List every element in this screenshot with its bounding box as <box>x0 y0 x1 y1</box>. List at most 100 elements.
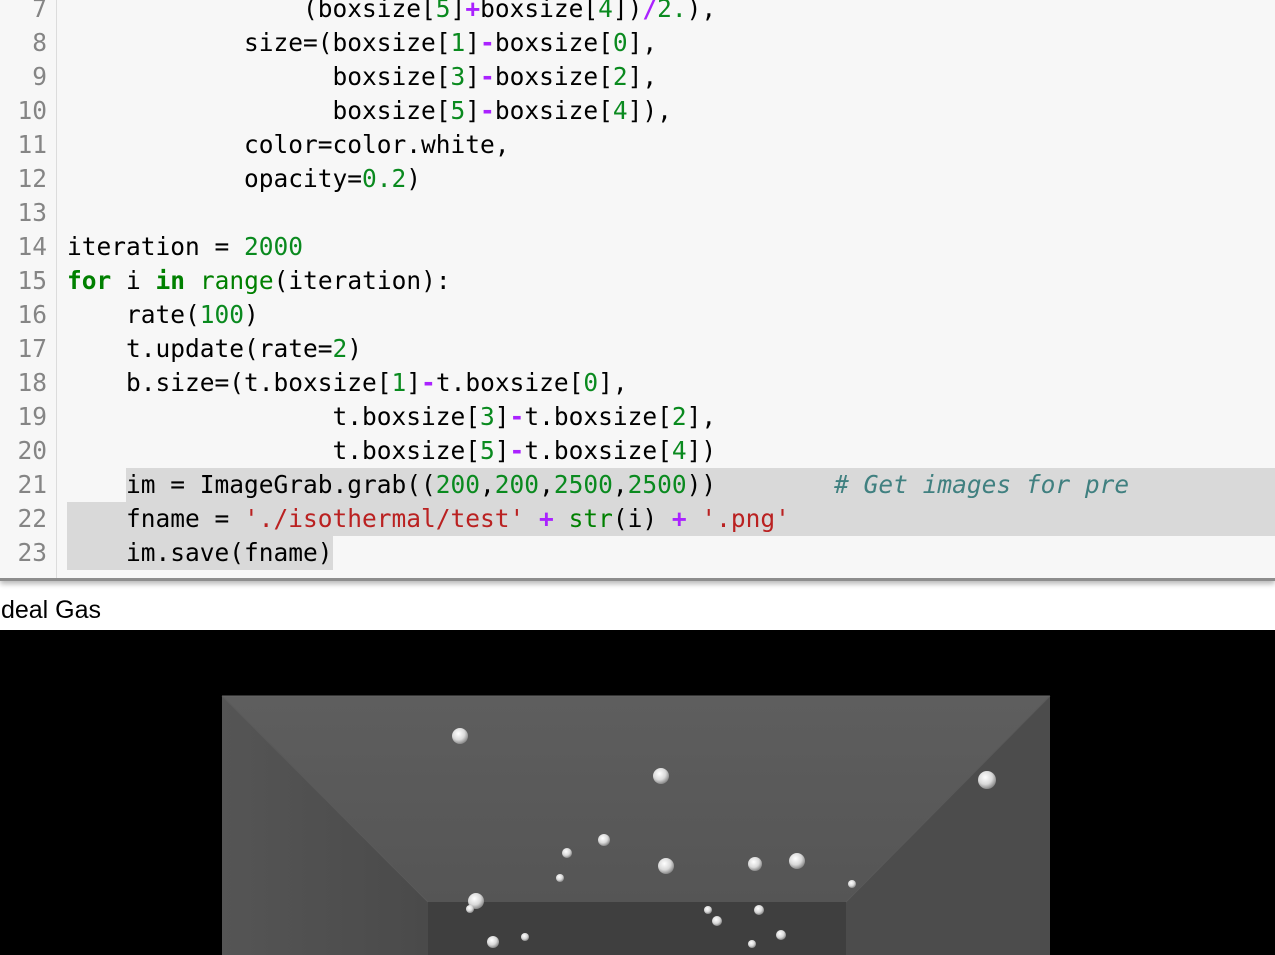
particle <box>562 848 572 858</box>
code-token: size=(boxsize[ <box>67 28 451 57</box>
code-text[interactable]: color=color.white, <box>67 128 510 162</box>
code-token: / <box>642 0 658 23</box>
code-line[interactable]: 15 for i in range(iteration): <box>0 264 1275 298</box>
code-token: 1 <box>391 368 407 397</box>
code-token: boxsize[ <box>67 62 451 91</box>
code-token: - <box>509 436 525 465</box>
code-line[interactable]: 8 size=(boxsize[1]-boxsize[0], <box>0 26 1275 60</box>
code-token: 2 <box>612 62 628 91</box>
line-number: 19 <box>17 402 47 431</box>
code-token: ], <box>686 402 717 431</box>
line-number: 7 <box>32 0 47 23</box>
code-token: boxsize[ <box>494 28 613 57</box>
code-text[interactable]: b.size=(t.boxsize[1]-t.boxsize[0], <box>67 366 628 400</box>
code-line[interactable]: 16 rate(100) <box>0 298 1275 332</box>
particle <box>653 768 669 784</box>
particle <box>776 930 786 940</box>
output-title: Ideal Gas <box>0 596 102 624</box>
line-number: 15 <box>17 266 47 295</box>
code-token: 0.2 <box>362 164 407 193</box>
code-token: ], <box>627 28 658 57</box>
code-text[interactable]: iteration = 2000 <box>67 230 303 264</box>
code-text[interactable]: fname = './isothermal/test' + str(i) + '… <box>67 502 790 536</box>
line-number: 20 <box>17 436 47 465</box>
code-line[interactable]: 17 t.update(rate=2) <box>0 332 1275 366</box>
code-token: 200 <box>494 470 540 499</box>
code-token: 4 <box>612 96 628 125</box>
code-text[interactable]: im.save(fname) <box>67 536 333 570</box>
code-token: im.save(fname) <box>67 538 333 567</box>
code-token: fname = <box>67 504 245 533</box>
particle <box>658 858 674 874</box>
particle <box>848 880 856 888</box>
code-line[interactable]: 11 color=color.white, <box>0 128 1275 162</box>
code-line[interactable]: 7 (boxsize[5]+boxsize[4])/2.), <box>0 0 1275 26</box>
line-number: 18 <box>17 368 47 397</box>
code-token: iteration = <box>67 232 245 261</box>
code-text[interactable]: im = ImageGrab.grab((200,200,2500,2500))… <box>67 468 1129 502</box>
code-text[interactable]: t.boxsize[3]-t.boxsize[2], <box>67 400 717 434</box>
code-token: ], <box>627 62 658 91</box>
code-token: boxsize[ <box>480 0 599 23</box>
code-text[interactable]: (boxsize[5]+boxsize[4])/2.), <box>67 0 716 26</box>
code-token: im = ImageGrab.grab(( <box>67 470 436 499</box>
code-text[interactable]: for i in range(iteration): <box>67 264 451 298</box>
code-line[interactable]: 13 <box>0 196 1275 230</box>
line-number: 17 <box>17 334 47 363</box>
code-token: './isothermal/test' <box>244 504 525 533</box>
code-token: ]) <box>612 0 643 23</box>
code-text[interactable]: t.boxsize[5]-t.boxsize[4]) <box>67 434 717 468</box>
line-number: 13 <box>17 198 47 227</box>
code-token: 3 <box>480 402 495 431</box>
line-number: 9 <box>32 62 47 91</box>
code-line[interactable]: 12 opacity=0.2) <box>0 162 1275 196</box>
code-line[interactable]: 10 boxsize[5]-boxsize[4]), <box>0 94 1275 128</box>
code-token: )) <box>686 470 835 499</box>
code-line[interactable]: 23 im.save(fname) <box>0 536 1275 570</box>
code-text[interactable]: opacity=0.2) <box>67 162 421 196</box>
code-token: boxsize[ <box>494 96 613 125</box>
particle <box>452 728 468 744</box>
code-token: (iteration): <box>273 266 451 295</box>
code-token: 0 <box>583 368 599 397</box>
simulation-canvas[interactable] <box>0 630 1275 955</box>
code-editor[interactable]: 7 (boxsize[5]+boxsize[4])/2.), 8 size=(bo… <box>0 0 1275 581</box>
code-token: ] <box>406 368 422 397</box>
code-text[interactable]: boxsize[3]-boxsize[2], <box>67 60 658 94</box>
code-line[interactable]: 9 boxsize[3]-boxsize[2], <box>0 60 1275 94</box>
particle <box>521 933 529 941</box>
code-token: for <box>67 266 112 295</box>
line-number: 11 <box>17 130 47 159</box>
code-line[interactable]: 22 fname = './isothermal/test' + str(i) … <box>0 502 1275 536</box>
code-token: (i) <box>612 504 672 533</box>
code-token: ], <box>598 368 628 397</box>
code-line[interactable]: 20 t.boxsize[5]-t.boxsize[4]) <box>0 434 1275 468</box>
code-text[interactable]: rate(100) <box>67 298 259 332</box>
code-token: ]) <box>686 436 717 465</box>
code-token: ) <box>347 334 363 363</box>
code-token: ] <box>494 436 510 465</box>
code-token: range <box>199 266 274 295</box>
code-line[interactable]: 18 b.size=(t.boxsize[1]-t.boxsize[0], <box>0 366 1275 400</box>
code-text[interactable]: t.update(rate=2) <box>67 332 362 366</box>
code-token: 2. <box>657 0 687 23</box>
code-text[interactable]: size=(boxsize[1]-boxsize[0], <box>67 26 657 60</box>
code-token: - <box>480 28 495 57</box>
code-token: t.boxsize[ <box>67 402 481 431</box>
particle <box>978 771 996 789</box>
particle <box>556 874 564 882</box>
code-token: '.png' <box>701 504 790 533</box>
line-number: 8 <box>32 28 47 57</box>
code-token: 2 <box>671 402 687 431</box>
code-line[interactable]: 19 t.boxsize[3]-t.boxsize[2], <box>0 400 1275 434</box>
code-token: boxsize[ <box>494 62 613 91</box>
code-token: - <box>480 62 495 91</box>
code-token: , <box>480 470 495 499</box>
code-token: - <box>480 96 495 125</box>
code-line[interactable]: 21 im = ImageGrab.grab((200,200,2500,250… <box>0 468 1275 502</box>
line-number: 16 <box>17 300 47 329</box>
code-line[interactable]: 14 iteration = 2000 <box>0 230 1275 264</box>
code-text[interactable]: boxsize[5]-boxsize[4]), <box>67 94 672 128</box>
code-token: , <box>539 470 554 499</box>
